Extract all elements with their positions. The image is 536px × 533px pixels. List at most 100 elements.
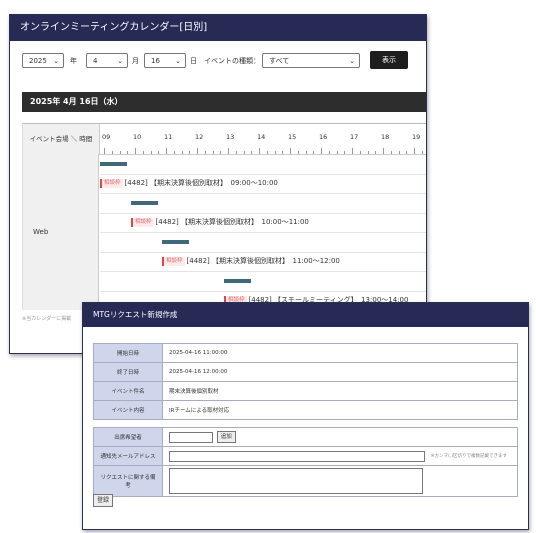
month-select[interactable]: 4 ⌄ — [86, 53, 128, 68]
note-label: リクエストに関する備考 — [93, 465, 163, 497]
event-badge: 相談枠 — [131, 217, 154, 227]
subject-value: 期末決算後個別取材 — [162, 381, 518, 401]
chevron-down-icon: ⌄ — [349, 57, 355, 65]
hour-label: 15 — [288, 133, 297, 141]
hour-tick — [398, 151, 400, 154]
attendee-label: 出席希望者 — [93, 427, 163, 447]
subject-label: イベント件名 — [93, 381, 163, 401]
event-type-value: すべて — [269, 57, 290, 65]
event-bar[interactable] — [131, 201, 158, 205]
hour-tick — [189, 151, 191, 154]
event-type-select[interactable]: すべて ⌄ — [262, 53, 360, 68]
hour-tick — [282, 151, 284, 154]
hour-tick — [251, 151, 253, 154]
add-button[interactable]: 追加 — [216, 431, 236, 443]
day-select[interactable]: 16 ⌄ — [144, 53, 186, 68]
hour-tick — [359, 151, 361, 154]
hour-tick — [274, 151, 276, 154]
request-input-table: 出席希望者 追加 通知先メールアドレス ※カンマ(,)区切りで複数記載できます … — [93, 427, 518, 497]
attendee-cell: 追加 — [162, 427, 518, 447]
event-item[interactable]: 相談枠 [4482] 【期末決算後個別取材】 09:00～10:00 — [100, 177, 278, 189]
hour-label: 17 — [350, 133, 359, 141]
hour-label: 18 — [381, 133, 390, 141]
hour-tick — [421, 151, 423, 154]
hour-tick — [344, 151, 346, 154]
hour-tick — [266, 151, 268, 154]
hour-tick — [414, 148, 415, 154]
end-label: 終了日時 — [93, 362, 163, 382]
event-type-label: イベントの種類： — [204, 57, 260, 65]
event-item[interactable]: 相談枠 [4482] 【期末決算後個別取材】 11:00～12:00 — [162, 255, 340, 267]
event-bar[interactable] — [162, 240, 189, 244]
hour-label: 16 — [319, 133, 328, 141]
hour-tick — [181, 151, 183, 154]
event-text-row: 相談枠 [4482] 【期末決算後個別取材】 09:00～10:00 — [100, 174, 426, 194]
day-value: 16 — [151, 57, 160, 65]
table-row: 出席希望者 追加 — [93, 427, 518, 447]
corner-header: イベント会場 ＼ 時間 — [23, 124, 100, 155]
hour-tick — [142, 151, 144, 154]
month-value: 4 — [93, 57, 98, 65]
year-unit: 年 — [70, 57, 77, 65]
hour-tick — [104, 148, 105, 154]
event-bar[interactable] — [100, 162, 127, 166]
hour-tick — [150, 151, 152, 154]
hour-tick — [375, 151, 377, 154]
hour-label: 09 — [102, 133, 111, 141]
hour-tick — [220, 151, 222, 154]
hour-tick — [290, 148, 291, 154]
content-value: IRチームによる取材対応 — [162, 400, 518, 420]
chevron-down-icon: ⌄ — [175, 57, 181, 65]
table-row: イベント内容 IRチームによる取材対応 — [93, 400, 518, 420]
hour-tick — [243, 151, 245, 154]
hour-tick — [367, 151, 369, 154]
hour-label: 10 — [133, 133, 142, 141]
event-badge: 相談枠 — [100, 178, 123, 188]
event-item[interactable]: 相談枠 [4482] 【期末決算後個別取材】 10:00～11:00 — [131, 216, 309, 228]
email-input[interactable] — [169, 450, 425, 462]
table-row: 終了日時 2025-04-16 12:00:00 — [93, 362, 518, 382]
hour-tick — [297, 151, 299, 154]
calendar-title: オンラインミーティングカレンダー[日別] — [10, 15, 426, 41]
table-row: 通知先メールアドレス ※カンマ(,)区切りで複数記載できます — [93, 446, 518, 466]
hour-tick — [135, 148, 136, 154]
hour-tick — [406, 151, 408, 154]
table-row: 開始日時 2025-04-16 11:00:00 — [93, 343, 518, 363]
month-unit: 月 — [132, 57, 139, 65]
start-label: 開始日時 — [93, 343, 163, 363]
year-select[interactable]: 2025 ⌄ — [22, 53, 64, 68]
hour-tick — [352, 148, 353, 154]
event-text-row: 相談枠 [4482] 【期末決算後個別取材】 11:00～12:00 — [100, 252, 426, 272]
email-cell: ※カンマ(,)区切りで複数記載できます — [162, 446, 518, 466]
hour-tick — [383, 148, 384, 154]
hour-tick — [158, 151, 160, 154]
hour-tick — [313, 151, 315, 154]
hour-tick — [305, 151, 307, 154]
request-form-window: MTGリクエスト新規作成 開始日時 2025-04-16 11:00:00 終了… — [82, 302, 529, 530]
attendee-input[interactable] — [169, 431, 213, 443]
hour-label: 19 — [412, 133, 421, 141]
register-button[interactable]: 登録 — [93, 494, 114, 507]
event-bar[interactable] — [224, 279, 251, 283]
hour-tick — [321, 148, 322, 154]
event-title: [4482] 【期末決算後個別取材】 10:00～11:00 — [155, 218, 309, 226]
event-title: [4482] 【期末決算後個別取材】 09:00～10:00 — [124, 179, 278, 187]
hour-tick — [204, 151, 206, 154]
note-textarea[interactable] — [169, 468, 423, 494]
hour-tick — [111, 151, 113, 154]
form-title: MTGリクエスト新規作成 — [83, 303, 528, 327]
event-bar-row — [100, 194, 426, 214]
hour-tick — [228, 148, 229, 154]
hour-label: 13 — [226, 133, 235, 141]
chevron-down-icon: ⌄ — [117, 57, 123, 65]
hour-tick — [328, 151, 330, 154]
event-title: [4482] 【期末決算後個別取材】 11:00～12:00 — [186, 257, 340, 265]
email-label: 通知先メールアドレス — [93, 446, 163, 466]
date-heading: 2025年 4月 16日（水） — [22, 92, 426, 112]
day-unit: 日 — [190, 57, 197, 65]
hour-tick — [119, 151, 121, 154]
end-value: 2025-04-16 12:00:00 — [162, 362, 518, 382]
show-button[interactable]: 表示 — [370, 51, 408, 69]
time-axis: 09 10 11 12 13 14 15 16 17 18 19 — [100, 124, 426, 155]
hour-tick — [390, 151, 392, 154]
